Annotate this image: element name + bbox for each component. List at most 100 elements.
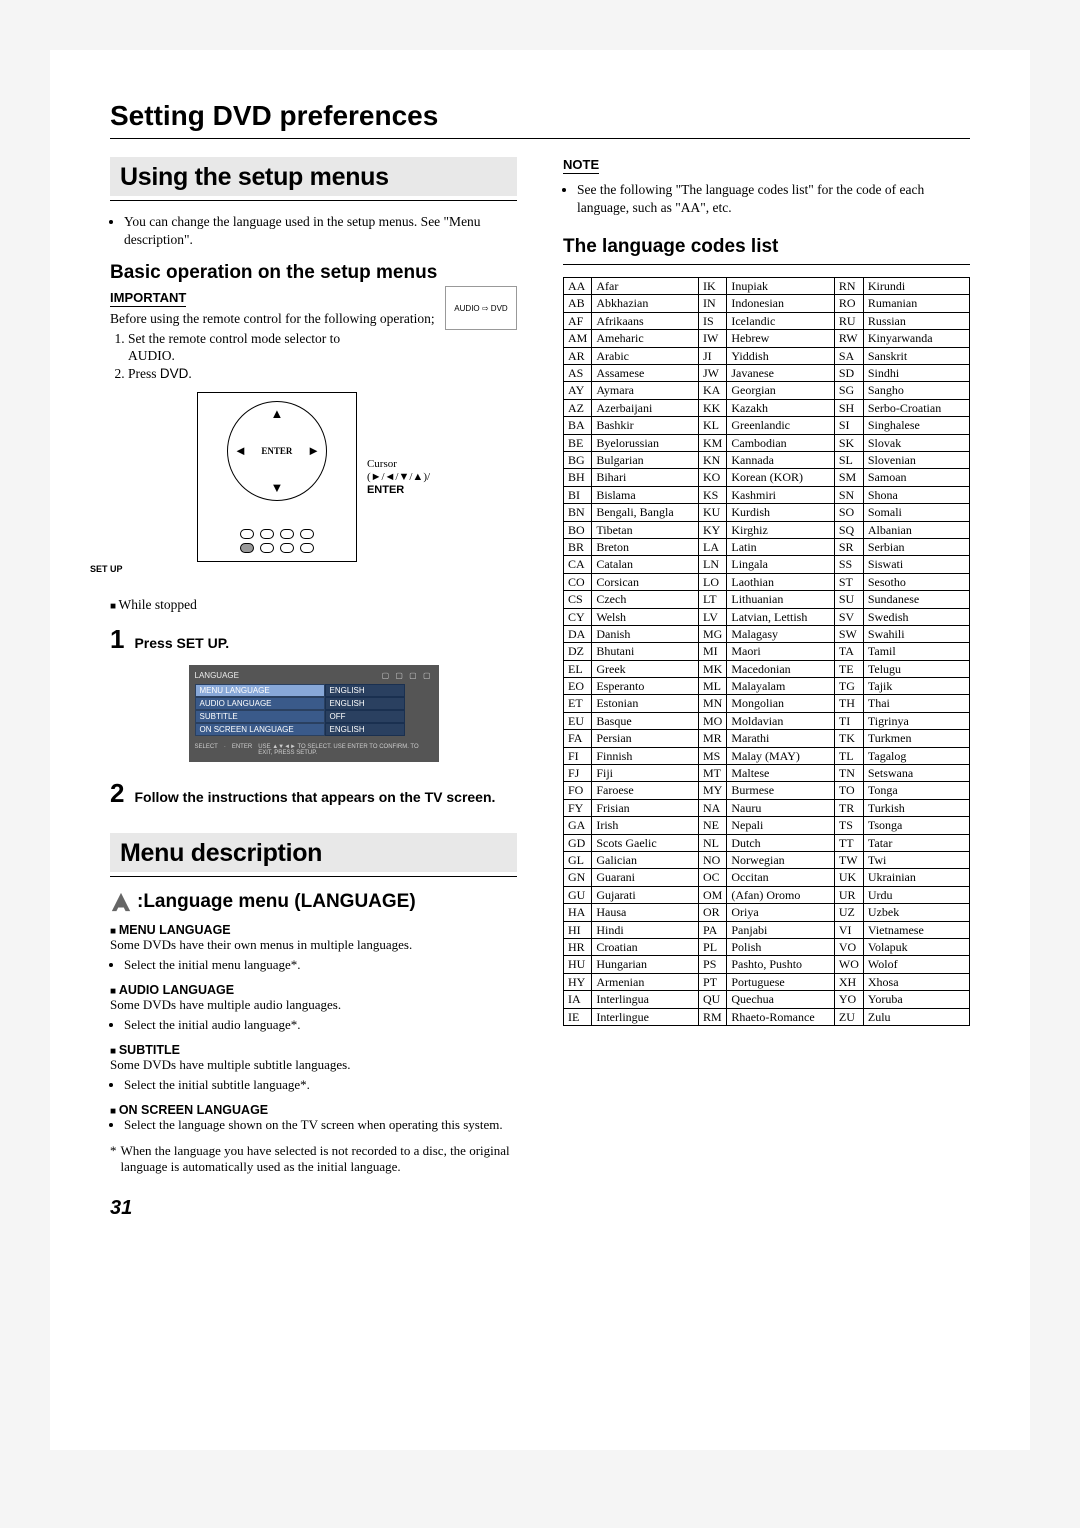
table-row: GLGalicianNONorwegianTWTwi xyxy=(564,851,970,868)
lang-code-cell: NA xyxy=(699,799,727,816)
setting-menu-language-desc: Some DVDs have their own menus in multip… xyxy=(110,937,517,953)
table-row: BGBulgarianKNKannadaSLSlovenian xyxy=(564,452,970,469)
table-row: ASAssameseJWJavaneseSDSindhi xyxy=(564,365,970,382)
osd-footer-enter: ENTER xyxy=(232,744,252,756)
lang-name-cell: Croatian xyxy=(592,938,699,955)
language-codes-table: AAAfarIKInupiakRNKirundiABAbkhazianINInd… xyxy=(563,277,970,1026)
left-column: Using the setup menus You can change the… xyxy=(110,157,517,1220)
lang-name-cell: Esperanto xyxy=(592,678,699,695)
lang-name-cell: Turkish xyxy=(863,799,969,816)
lang-name-cell: Tsonga xyxy=(863,817,969,834)
table-row: FIFinnishMSMalay (MAY)TLTagalog xyxy=(564,747,970,764)
lang-name-cell: Assamese xyxy=(592,365,699,382)
table-row: EUBasqueMOMoldavianTITigrinya xyxy=(564,712,970,729)
lang-code-cell: GL xyxy=(564,851,592,868)
table-row: DZBhutaniMIMaoriTATamil xyxy=(564,643,970,660)
lang-name-cell: Zulu xyxy=(863,1008,969,1025)
lang-name-cell: Uzbek xyxy=(863,904,969,921)
table-row: FAPersianMRMarathiTKTurkmen xyxy=(564,730,970,747)
lang-code-cell: GU xyxy=(564,886,592,903)
lang-name-cell: Portuguese xyxy=(727,973,835,990)
lang-code-cell: HU xyxy=(564,956,592,973)
table-row: EOEsperantoMLMalayalamTGTajik xyxy=(564,678,970,695)
lang-name-cell: Bashkir xyxy=(592,417,699,434)
lang-code-cell: KS xyxy=(699,486,727,503)
lang-code-cell: SU xyxy=(834,591,863,608)
lang-name-cell: Gujarati xyxy=(592,886,699,903)
lang-name-cell: Korean (KOR) xyxy=(727,469,835,486)
lang-name-cell: Maltese xyxy=(727,765,835,782)
lang-name-cell: Marathi xyxy=(727,730,835,747)
setting-audio-language-name: AUDIO LANGUAGE xyxy=(110,983,517,997)
lang-code-cell: KO xyxy=(699,469,727,486)
lang-name-cell: Sanskrit xyxy=(863,347,969,364)
lang-code-cell: TT xyxy=(834,834,863,851)
lang-code-cell: MY xyxy=(699,782,727,799)
lang-code-cell: NE xyxy=(699,817,727,834)
lang-code-cell: RN xyxy=(834,278,863,295)
lang-name-cell: Wolof xyxy=(863,956,969,973)
lang-code-cell: GN xyxy=(564,869,592,886)
setting-audio-language-desc: Some DVDs have multiple audio languages. xyxy=(110,997,517,1013)
lang-code-cell: AY xyxy=(564,382,592,399)
setting-osd-language-name: ON SCREEN LANGUAGE xyxy=(110,1103,517,1117)
lang-code-cell: TI xyxy=(834,712,863,729)
lang-code-cell: SR xyxy=(834,538,863,555)
lang-code-cell: IK xyxy=(699,278,727,295)
lang-code-cell: RW xyxy=(834,330,863,347)
setting-osd-language-bullet: Select the language shown on the TV scre… xyxy=(124,1117,517,1133)
table-row: HRCroatianPLPolishVOVolapuk xyxy=(564,938,970,955)
lang-name-cell: Tatar xyxy=(863,834,969,851)
section-title-using-setup: Using the setup menus xyxy=(110,157,517,196)
lang-name-cell: Estonian xyxy=(592,695,699,712)
menu-desc-underbar xyxy=(110,876,517,877)
lang-code-cell: MR xyxy=(699,730,727,747)
lang-name-cell: Singhalese xyxy=(863,417,969,434)
setting-subtitle-bullet: Select the initial subtitle language*. xyxy=(124,1077,517,1093)
lang-code-cell: KK xyxy=(699,399,727,416)
lang-code-cell: TA xyxy=(834,643,863,660)
lang-name-cell: Laothian xyxy=(727,573,835,590)
lang-name-cell: Oriya xyxy=(727,904,835,921)
lang-code-cell: MK xyxy=(699,660,727,677)
lang-name-cell: Guarani xyxy=(592,869,699,886)
lang-name-cell: Kirghiz xyxy=(727,521,835,538)
lang-code-cell: LO xyxy=(699,573,727,590)
lang-code-cell: BI xyxy=(564,486,592,503)
lang-code-cell: IE xyxy=(564,1008,592,1025)
table-row: CYWelshLVLatvian, LettishSVSwedish xyxy=(564,608,970,625)
lang-name-cell: Russian xyxy=(863,312,969,329)
lang-name-cell: Faroese xyxy=(592,782,699,799)
lang-code-cell: FO xyxy=(564,782,592,799)
lang-name-cell: Bulgarian xyxy=(592,452,699,469)
lang-name-cell: Hungarian xyxy=(592,956,699,973)
lang-name-cell: Volapuk xyxy=(863,938,969,955)
lang-code-cell: EO xyxy=(564,678,592,695)
lang-name-cell: Tajik xyxy=(863,678,969,695)
lang-code-cell: AA xyxy=(564,278,592,295)
table-row: HAHausaOROriyaUZUzbek xyxy=(564,904,970,921)
lang-code-cell: AR xyxy=(564,347,592,364)
lang-code-cell: SG xyxy=(834,382,863,399)
table-row: CACatalanLNLingalaSSSiswati xyxy=(564,556,970,573)
lang-name-cell: Vietnamese xyxy=(863,921,969,938)
lang-code-cell: IN xyxy=(699,295,727,312)
lang-code-cell: BN xyxy=(564,504,592,521)
table-row: BABashkirKLGreenlandicSISinghalese xyxy=(564,417,970,434)
table-row: AMAmeharicIWHebrewRWKinyarwanda xyxy=(564,330,970,347)
table-row: GNGuaraniOCOccitanUKUkrainian xyxy=(564,869,970,886)
lang-name-cell: Hindi xyxy=(592,921,699,938)
lang-code-cell: UK xyxy=(834,869,863,886)
lang-name-cell: Kirundi xyxy=(863,278,969,295)
title-rule xyxy=(110,138,970,139)
osd-row-value: ENGLISH xyxy=(325,697,405,710)
lang-code-cell: FA xyxy=(564,730,592,747)
lang-code-cell: TL xyxy=(834,747,863,764)
setting-menu-language-name: MENU LANGUAGE xyxy=(110,923,517,937)
lang-name-cell: Malay (MAY) xyxy=(727,747,835,764)
dpad-icon: ENTER ▲ ▼ ◄ ► xyxy=(227,401,327,501)
lang-code-cell: SL xyxy=(834,452,863,469)
lang-code-cell: AS xyxy=(564,365,592,382)
lang-code-cell: IW xyxy=(699,330,727,347)
lang-code-cell: PL xyxy=(699,938,727,955)
